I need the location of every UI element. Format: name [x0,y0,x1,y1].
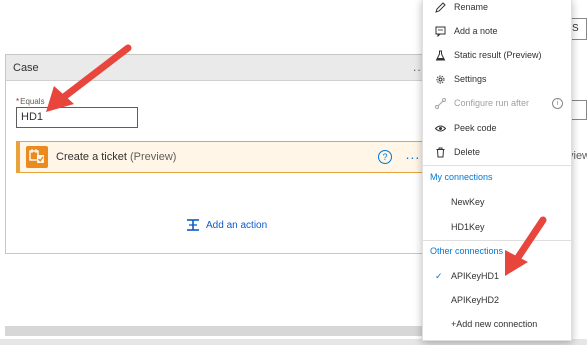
arrow-annotation-equals [46,44,132,112]
annotation-overlay [46,44,547,276]
designer-canvas: S view Case ... *Equals HD1 Create a tic… [0,0,587,345]
arrow-annotation-apikeyhd1 [505,216,547,276]
